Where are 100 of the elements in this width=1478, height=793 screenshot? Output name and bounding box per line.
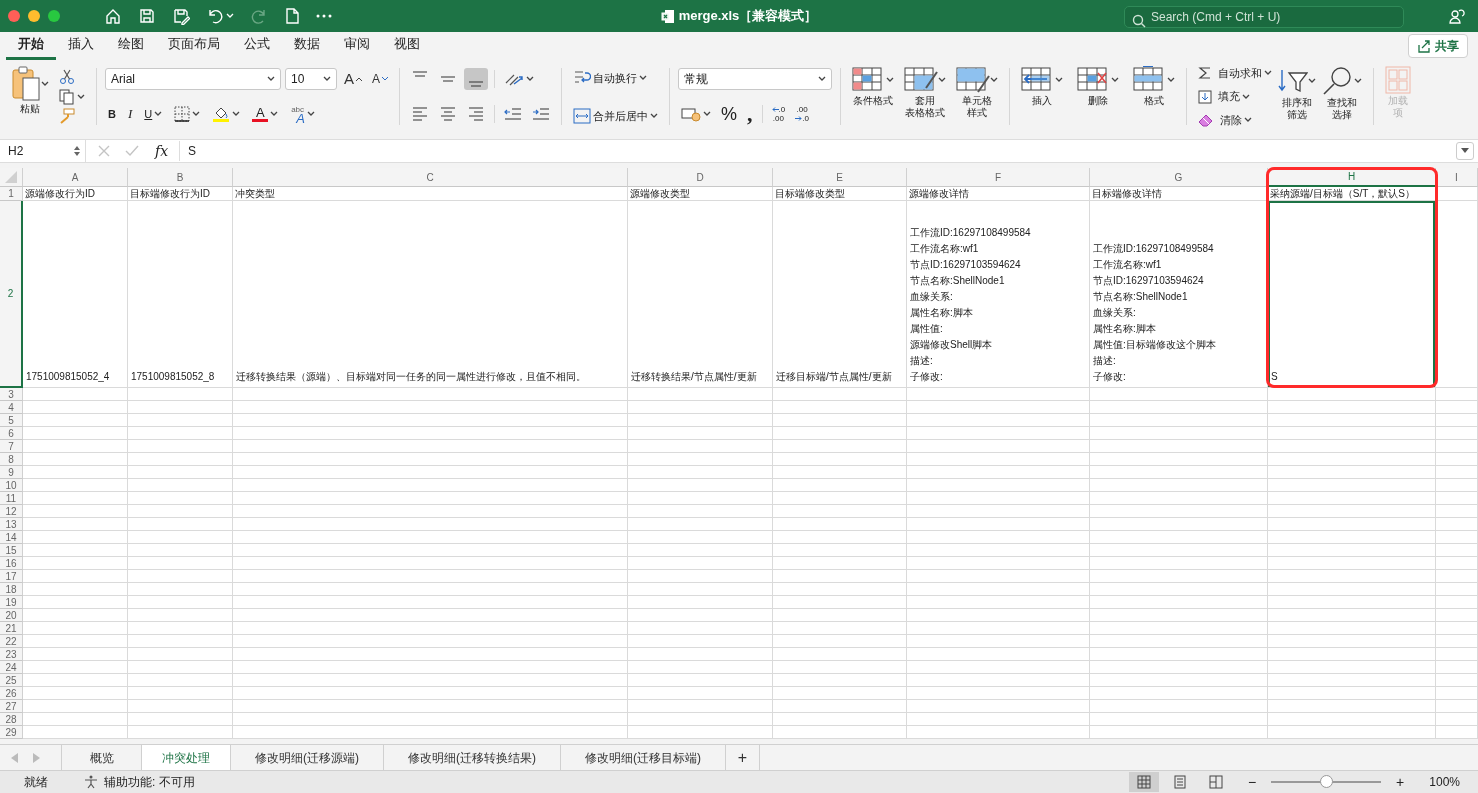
table-cell[interactable]	[628, 427, 773, 440]
table-cell[interactable]	[128, 531, 233, 544]
table-cell[interactable]	[233, 427, 628, 440]
row-header[interactable]: 4	[0, 401, 23, 414]
table-cell[interactable]	[23, 505, 128, 518]
table-cell[interactable]	[1268, 388, 1436, 401]
table-cell[interactable]	[1090, 596, 1268, 609]
table-cell[interactable]	[128, 609, 233, 622]
table-cell[interactable]	[907, 726, 1090, 739]
table-cell[interactable]	[23, 479, 128, 492]
table-cell[interactable]	[128, 687, 233, 700]
table-cell[interactable]	[628, 687, 773, 700]
row-header[interactable]: 17	[0, 570, 23, 583]
row-header[interactable]: 10	[0, 479, 23, 492]
delete-cells-button[interactable]: 删除	[1074, 64, 1123, 129]
table-cell[interactable]	[1268, 661, 1436, 674]
table-cell[interactable]	[1436, 687, 1478, 700]
ribbon-tab[interactable]: 开始	[6, 34, 56, 60]
table-cell[interactable]: 工作流ID:16297108499584 工作流名称:wf1 节点ID:16297103594624 节点名称:ShellNode1 血缘关系: 属性名称:脚本 属性值: 源端修改Shell脚本 描述: 子修改:	[907, 201, 1090, 388]
table-cell[interactable]: 工作流ID:16297108499584 工作流名称:wf1 节点ID:16297103594624 节点名称:ShellNode1 血缘关系: 属性名称:脚本 属性值:目标端修改这个脚本 描述: 子修改:	[1090, 201, 1268, 388]
table-cell[interactable]	[233, 492, 628, 505]
table-cell[interactable]	[773, 505, 907, 518]
table-cell[interactable]	[1090, 427, 1268, 440]
table-cell[interactable]	[23, 544, 128, 557]
table-cell[interactable]	[1436, 570, 1478, 583]
table-cell[interactable]	[128, 713, 233, 726]
table-cell[interactable]	[23, 492, 128, 505]
table-cell[interactable]	[128, 674, 233, 687]
table-cell[interactable]	[1268, 518, 1436, 531]
table-cell[interactable]	[773, 440, 907, 453]
table-cell[interactable]	[128, 401, 233, 414]
table-cell[interactable]	[1268, 583, 1436, 596]
table-cell[interactable]	[907, 570, 1090, 583]
table-cell[interactable]	[628, 401, 773, 414]
row-header[interactable]: 1	[0, 187, 23, 201]
table-cell[interactable]	[773, 492, 907, 505]
table-cell[interactable]	[907, 401, 1090, 414]
table-cell[interactable]	[1268, 622, 1436, 635]
table-cell[interactable]	[233, 726, 628, 739]
table-cell[interactable]	[128, 427, 233, 440]
table-cell[interactable]	[1268, 557, 1436, 570]
table-cell[interactable]	[233, 388, 628, 401]
table-cell[interactable]	[128, 700, 233, 713]
table-cell[interactable]	[628, 466, 773, 479]
table-cell[interactable]	[1436, 609, 1478, 622]
table-cell[interactable]	[773, 596, 907, 609]
table-cell[interactable]	[1436, 466, 1478, 479]
table-cell[interactable]	[773, 388, 907, 401]
table-cell[interactable]	[773, 557, 907, 570]
font-size-dropdown[interactable]: 10	[285, 68, 337, 90]
table-cell[interactable]: 迁移转换结果（源端）、目标端对同一任务的同一属性进行修改，且值不相同。	[233, 201, 628, 388]
table-cell[interactable]	[773, 427, 907, 440]
table-cell[interactable]	[628, 479, 773, 492]
table-cell[interactable]: 迁移目标端/节点属性/更新	[773, 201, 907, 388]
table-cell[interactable]	[628, 635, 773, 648]
row-header[interactable]: 28	[0, 713, 23, 726]
table-cell[interactable]	[907, 518, 1090, 531]
table-cell[interactable]	[1090, 726, 1268, 739]
table-cell[interactable]: 源端修改行为ID	[23, 187, 128, 201]
table-cell[interactable]	[128, 440, 233, 453]
table-cell[interactable]	[128, 583, 233, 596]
zoom-in-button[interactable]: +	[1393, 770, 1408, 793]
accessibility-status[interactable]: 辅助功能: 不可用	[104, 773, 195, 791]
row-header[interactable]: 18	[0, 583, 23, 596]
table-cell[interactable]	[1436, 453, 1478, 466]
table-cell[interactable]	[628, 505, 773, 518]
table-cell[interactable]	[773, 687, 907, 700]
name-box[interactable]: H2	[0, 139, 86, 163]
column-header[interactable]: D	[628, 168, 773, 187]
table-cell[interactable]	[907, 531, 1090, 544]
table-cell[interactable]	[628, 388, 773, 401]
table-cell[interactable]	[128, 557, 233, 570]
table-cell[interactable]	[1268, 479, 1436, 492]
sheet-tab[interactable]: 冲突处理	[142, 745, 231, 770]
table-cell[interactable]	[1436, 505, 1478, 518]
table-cell[interactable]	[907, 687, 1090, 700]
row-header[interactable]: 23	[0, 648, 23, 661]
table-cell[interactable]	[23, 596, 128, 609]
table-cell[interactable]	[773, 609, 907, 622]
table-cell[interactable]	[1436, 661, 1478, 674]
phonetic-guide-button[interactable]: abc A	[287, 104, 318, 124]
table-cell[interactable]	[23, 661, 128, 674]
column-header[interactable]: A	[23, 168, 128, 187]
font-name-dropdown[interactable]: Arial	[105, 68, 281, 90]
table-cell[interactable]	[128, 518, 233, 531]
table-cell[interactable]	[773, 518, 907, 531]
table-cell[interactable]	[773, 661, 907, 674]
table-cell[interactable]	[1090, 440, 1268, 453]
table-cell[interactable]	[907, 609, 1090, 622]
row-header[interactable]: 22	[0, 635, 23, 648]
select-all-button[interactable]	[0, 168, 23, 187]
table-cell[interactable]	[23, 635, 128, 648]
table-cell[interactable]	[907, 622, 1090, 635]
table-cell[interactable]	[773, 583, 907, 596]
paste-button[interactable]: 粘贴	[8, 64, 52, 129]
row-header[interactable]: 26	[0, 687, 23, 700]
close-window-button[interactable]	[8, 10, 20, 22]
table-cell[interactable]	[907, 388, 1090, 401]
table-cell[interactable]: 目标端修改类型	[773, 187, 907, 201]
zoom-out-button[interactable]: −	[1244, 770, 1260, 793]
